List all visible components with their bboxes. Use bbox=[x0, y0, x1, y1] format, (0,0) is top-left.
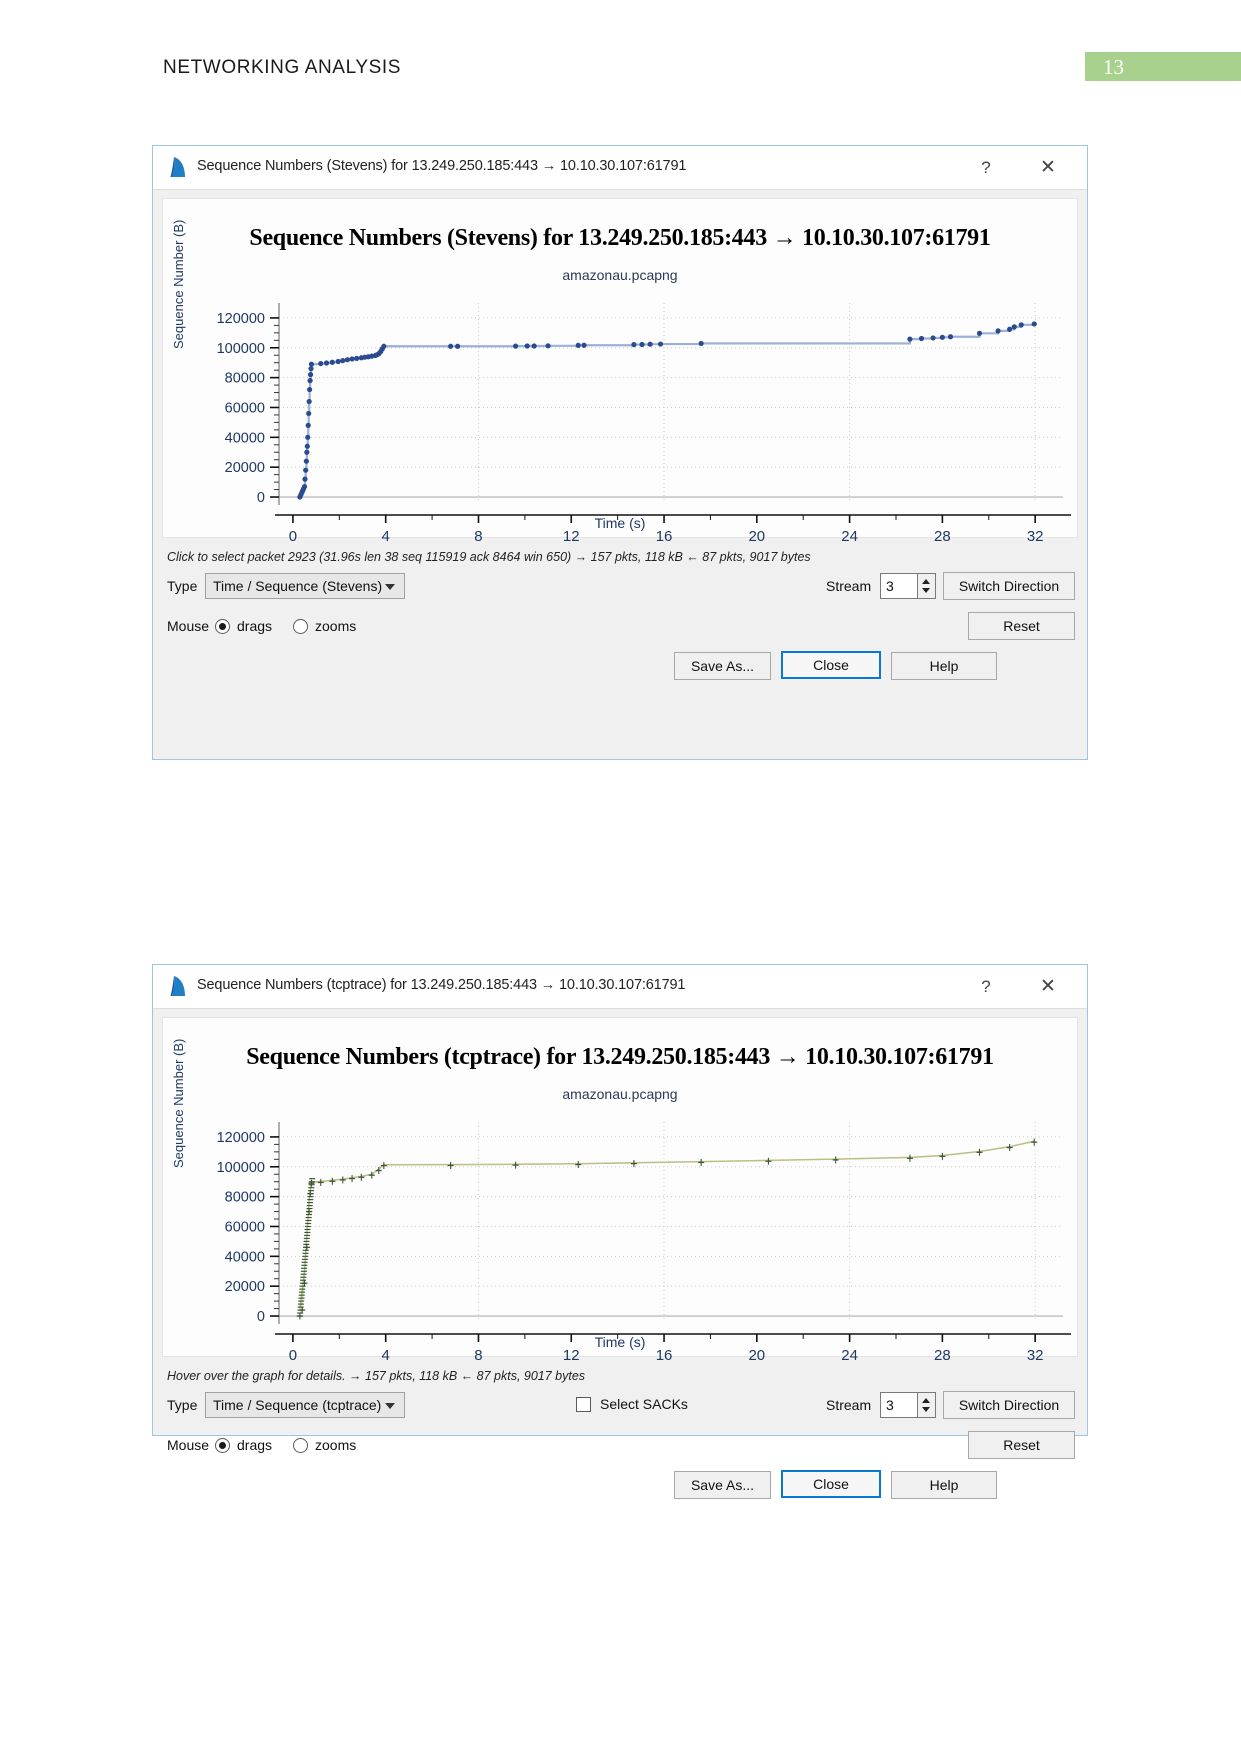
stream-input[interactable]: 3 bbox=[880, 1392, 918, 1418]
close-icon[interactable]: ✕ bbox=[1033, 154, 1063, 181]
reset-button[interactable]: Reset bbox=[968, 612, 1075, 640]
svg-text:120000: 120000 bbox=[217, 311, 265, 327]
mouse-label: Mouse bbox=[167, 618, 210, 634]
chart-panel-tcptrace: Sequence Numbers (tcptrace) for 13.249.2… bbox=[162, 1017, 1078, 1364]
mouse-zooms-radio[interactable] bbox=[293, 619, 308, 634]
reset-button[interactable]: Reset bbox=[968, 1431, 1075, 1459]
document-header: NETWORKING ANALYSIS 13 bbox=[0, 0, 1241, 110]
type-dropdown[interactable]: Time / Sequence (Stevens) bbox=[205, 573, 405, 599]
mouse-zooms-radio[interactable] bbox=[293, 1438, 308, 1453]
page-title: NETWORKING ANALYSIS bbox=[163, 57, 402, 78]
svg-text:20000: 20000 bbox=[225, 460, 265, 476]
page-number-badge: 13 bbox=[1085, 52, 1241, 81]
svg-text:0: 0 bbox=[257, 490, 265, 506]
help-button[interactable]: Help bbox=[891, 1471, 997, 1499]
type-label: Type bbox=[167, 578, 198, 594]
switch-direction-button[interactable]: Switch Direction bbox=[943, 572, 1075, 600]
mouse-drags-label[interactable]: drags bbox=[237, 1437, 272, 1453]
x-axis-label: Time (s) bbox=[594, 515, 646, 531]
svg-text:120000: 120000 bbox=[217, 1130, 265, 1146]
titlebar: Sequence Numbers (Stevens) for 13.249.25… bbox=[153, 146, 1087, 190]
chart-title: Sequence Numbers (Stevens) for 13.249.25… bbox=[249, 225, 991, 251]
svg-text:100000: 100000 bbox=[217, 341, 265, 357]
help-titlebar-button[interactable]: ? bbox=[971, 154, 1001, 181]
titlebar-title: Sequence Numbers (tcptrace) for 13.249.2… bbox=[197, 977, 686, 993]
svg-text:60000: 60000 bbox=[225, 400, 265, 416]
mouse-zooms-label[interactable]: zooms bbox=[315, 1437, 356, 1453]
dialog-sequence-numbers-tcptrace: Sequence Numbers (tcptrace) for 13.249.2… bbox=[152, 964, 1088, 1499]
stepper-down-icon[interactable] bbox=[922, 588, 930, 593]
chart-title: Sequence Numbers (tcptrace) for 13.249.2… bbox=[246, 1044, 994, 1070]
stream-stepper[interactable] bbox=[918, 573, 936, 599]
stream-stepper[interactable] bbox=[918, 1392, 936, 1418]
chart-panel-stevens: Sequence Numbers (Stevens) for 13.249.25… bbox=[162, 198, 1078, 545]
close-button[interactable]: Close bbox=[781, 1470, 881, 1498]
stepper-up-icon[interactable] bbox=[922, 1398, 930, 1403]
mouse-zooms-label[interactable]: zooms bbox=[315, 618, 356, 634]
stevens-plot-svg[interactable]: 0200004000060000800001000001200000 4 8 12 16… bbox=[163, 295, 1079, 545]
stepper-down-icon[interactable] bbox=[922, 1407, 930, 1412]
titlebar-title: Sequence Numbers (Stevens) for 13.249.25… bbox=[197, 158, 687, 174]
svg-text:40000: 40000 bbox=[225, 430, 265, 446]
type-label: Type bbox=[167, 1397, 198, 1413]
close-icon[interactable]: ✕ bbox=[1033, 973, 1063, 1000]
stream-label: Stream bbox=[826, 578, 872, 594]
x-axis-label: Time (s) bbox=[594, 1334, 646, 1350]
stepper-up-icon[interactable] bbox=[922, 579, 930, 584]
svg-text:60000: 60000 bbox=[225, 1219, 265, 1235]
svg-text:20000: 20000 bbox=[225, 1279, 265, 1295]
dialog-sequence-numbers-stevens: Sequence Numbers (Stevens) for 13.249.25… bbox=[152, 145, 1088, 760]
status-text: Click to select packet 2923 (31.96s len … bbox=[167, 550, 811, 564]
select-sacks-checkbox[interactable] bbox=[576, 1397, 591, 1412]
tcptrace-plot-svg[interactable]: 0200004000060000800001000001200000 4 8 12 16… bbox=[163, 1114, 1079, 1364]
type-dropdown[interactable]: Time / Sequence (tcptrace) bbox=[205, 1392, 405, 1418]
help-titlebar-button[interactable]: ? bbox=[971, 973, 1001, 1000]
svg-text:80000: 80000 bbox=[225, 371, 265, 387]
svg-text:40000: 40000 bbox=[225, 1249, 265, 1265]
chart-subtitle: amazonau.pcapng bbox=[562, 267, 678, 283]
page-number-text: 13 bbox=[1103, 55, 1124, 79]
svg-text:100000: 100000 bbox=[217, 1160, 265, 1176]
mouse-label: Mouse bbox=[167, 1437, 210, 1453]
mouse-drags-label[interactable]: drags bbox=[237, 618, 272, 634]
type-dropdown-value: Time / Sequence (tcptrace) bbox=[213, 1397, 382, 1413]
chart-subtitle: amazonau.pcapng bbox=[562, 1086, 678, 1102]
status-text: Hover over the graph for details. → 157 … bbox=[167, 1369, 586, 1383]
select-sacks-label[interactable]: Select SACKs bbox=[600, 1396, 688, 1412]
save-as-button[interactable]: Save As... bbox=[674, 652, 771, 680]
mouse-drags-radio[interactable] bbox=[215, 619, 230, 634]
chevron-down-icon bbox=[385, 1403, 395, 1409]
help-button[interactable]: Help bbox=[891, 652, 997, 680]
stream-label: Stream bbox=[826, 1397, 872, 1413]
stream-input[interactable]: 3 bbox=[880, 573, 918, 599]
svg-text:0: 0 bbox=[257, 1309, 265, 1325]
save-as-button[interactable]: Save As... bbox=[674, 1471, 771, 1499]
wireshark-fin-icon bbox=[170, 976, 185, 996]
switch-direction-button[interactable]: Switch Direction bbox=[943, 1391, 1075, 1419]
titlebar: Sequence Numbers (tcptrace) for 13.249.2… bbox=[153, 965, 1087, 1009]
wireshark-fin-icon bbox=[170, 157, 185, 177]
close-button[interactable]: Close bbox=[781, 651, 881, 679]
type-dropdown-value: Time / Sequence (Stevens) bbox=[213, 578, 383, 594]
mouse-drags-radio[interactable] bbox=[215, 1438, 230, 1453]
chevron-down-icon bbox=[385, 584, 395, 590]
svg-text:80000: 80000 bbox=[225, 1190, 265, 1206]
